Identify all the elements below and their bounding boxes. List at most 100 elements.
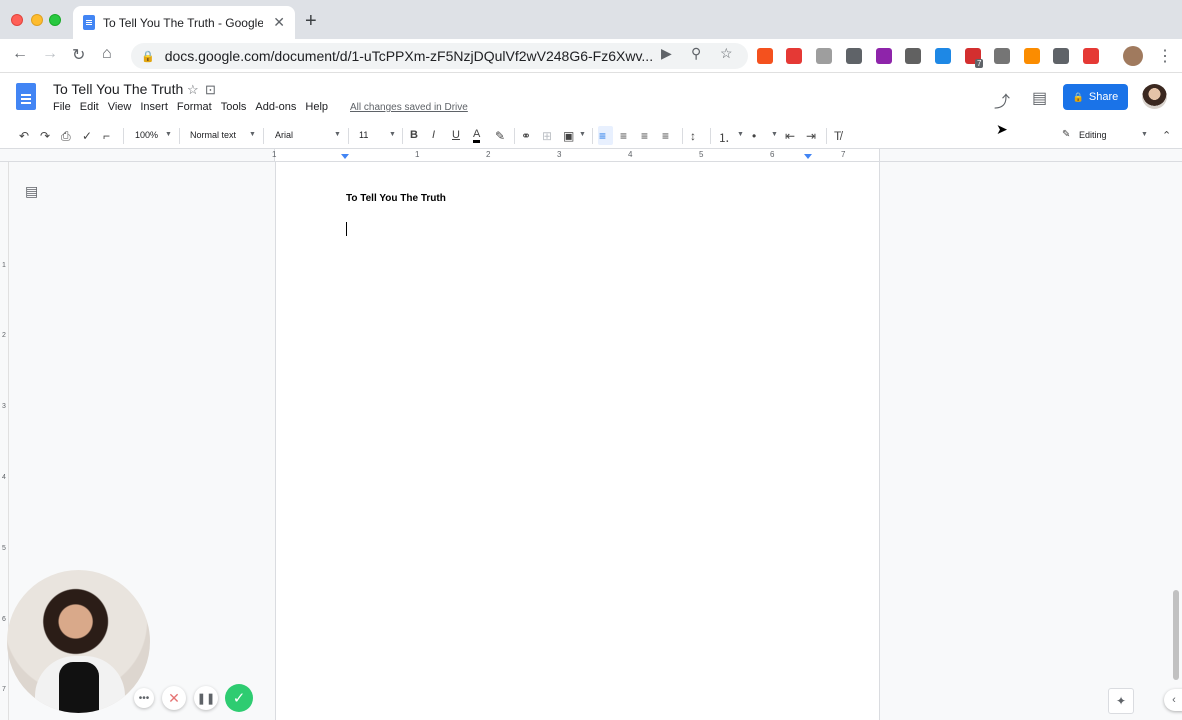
- star-icon[interactable]: ☆: [187, 82, 199, 98]
- zoom-select[interactable]: 100%: [135, 130, 158, 140]
- maximize-window-button[interactable]: [49, 14, 61, 26]
- share-label: Share: [1088, 91, 1119, 103]
- recorder-more-button[interactable]: •••: [134, 688, 154, 708]
- text-color-button[interactable]: A: [473, 129, 481, 143]
- minimize-window-button[interactable]: [31, 14, 43, 26]
- divider: [123, 128, 124, 144]
- ext-3-icon[interactable]: [816, 48, 832, 64]
- divider: [514, 128, 515, 144]
- move-folder-icon[interactable]: ⊡: [205, 82, 216, 98]
- increase-indent-icon[interactable]: ⇥: [806, 129, 816, 143]
- decrease-indent-icon[interactable]: ⇤: [785, 129, 795, 143]
- horizontal-ruler[interactable]: 1 1 2 3 4 5 6 7: [0, 149, 1182, 162]
- divider: [592, 128, 593, 144]
- collapse-menus-icon[interactable]: ⌃: [1162, 129, 1171, 142]
- activity-trend-icon[interactable]: ⤴: [994, 88, 1010, 112]
- menu-tools[interactable]: Tools: [221, 101, 247, 113]
- account-avatar[interactable]: [1142, 84, 1167, 109]
- comments-icon[interactable]: ▤: [1032, 88, 1047, 108]
- browser-tab[interactable]: To Tell You The Truth - Google Docs ✕: [73, 6, 295, 39]
- profile-avatar[interactable]: [1123, 46, 1143, 66]
- recorder-cancel-button[interactable]: ✕: [162, 686, 186, 710]
- justify-icon[interactable]: ≡: [662, 129, 669, 143]
- highlight-icon[interactable]: ✎: [495, 129, 505, 143]
- clear-formatting-icon[interactable]: T̸: [834, 129, 841, 143]
- chevron-down-icon: ▼: [737, 131, 744, 138]
- ruler-number: 1: [2, 262, 6, 269]
- print-icon[interactable]: ⎙: [61, 129, 71, 144]
- ext-6-icon[interactable]: [905, 48, 921, 64]
- close-tab-icon[interactable]: ✕: [273, 14, 285, 31]
- address-bar[interactable]: 🔒 docs.google.com/document/d/1-uTcPPXm-z…: [131, 43, 748, 69]
- home-icon[interactable]: ⌂: [102, 45, 112, 63]
- ext-10-icon[interactable]: [1024, 48, 1040, 64]
- recorder-finish-button[interactable]: ✓: [225, 684, 253, 712]
- menu-bar: File Edit View Insert Format Tools Add-o…: [53, 101, 337, 113]
- back-arrow-icon[interactable]: ←: [12, 45, 28, 63]
- editing-mode-select[interactable]: Editing: [1079, 130, 1107, 140]
- numbered-list-icon[interactable]: ⒈: [718, 129, 730, 146]
- ext-5-icon[interactable]: [876, 48, 892, 64]
- forward-arrow-icon[interactable]: →: [42, 45, 58, 63]
- document-outline-icon[interactable]: ▤: [25, 183, 38, 200]
- spellcheck-icon[interactable]: ✓: [82, 129, 92, 143]
- document-heading[interactable]: To Tell You The Truth: [346, 193, 446, 204]
- close-window-button[interactable]: [11, 14, 23, 26]
- bold-button[interactable]: B: [410, 129, 418, 141]
- left-indent-marker[interactable]: [341, 154, 349, 159]
- side-panel-toggle-icon[interactable]: ‹: [1164, 689, 1182, 711]
- italic-button[interactable]: I: [432, 129, 435, 141]
- docs-logo-icon[interactable]: [16, 83, 36, 110]
- menu-add-ons[interactable]: Add-ons: [255, 101, 296, 113]
- webcam-bubble[interactable]: [7, 570, 150, 713]
- ext-12-icon[interactable]: [1083, 48, 1099, 64]
- ext-2-icon[interactable]: [786, 48, 802, 64]
- chevron-down-icon: ▼: [334, 131, 341, 138]
- align-left-icon[interactable]: ≡: [599, 129, 606, 143]
- reload-icon[interactable]: ↻: [72, 45, 85, 65]
- explore-icon[interactable]: ✦: [1108, 688, 1134, 714]
- ext-4-icon[interactable]: [846, 48, 862, 64]
- link-icon[interactable]: ⚭: [521, 129, 531, 143]
- document-title[interactable]: To Tell You The Truth: [53, 81, 183, 97]
- paint-format-icon[interactable]: ⌐: [103, 129, 110, 143]
- add-comment-icon[interactable]: ⊞: [542, 129, 552, 143]
- share-button[interactable]: 🔒 Share: [1063, 84, 1128, 110]
- menu-insert[interactable]: Insert: [140, 101, 168, 113]
- menu-help[interactable]: Help: [305, 101, 328, 113]
- extension-badge: 7: [975, 59, 984, 68]
- insert-image-icon[interactable]: ▣: [563, 129, 574, 143]
- scrollbar[interactable]: [1173, 590, 1179, 680]
- font-select[interactable]: Arial: [275, 130, 293, 140]
- ruler-number: 7: [841, 150, 846, 159]
- menu-view[interactable]: View: [108, 101, 132, 113]
- bulleted-list-icon[interactable]: •: [752, 129, 756, 143]
- ext-9-icon[interactable]: [994, 48, 1010, 64]
- divider: [710, 128, 711, 144]
- paragraph-style-select[interactable]: Normal text: [190, 130, 236, 140]
- menu-edit[interactable]: Edit: [80, 101, 99, 113]
- undo-icon[interactable]: ↶: [19, 129, 29, 143]
- redo-icon[interactable]: ↷: [40, 129, 50, 143]
- save-status[interactable]: All changes saved in Drive: [350, 102, 468, 113]
- document-page[interactable]: To Tell You The Truth: [275, 162, 880, 720]
- ext-7-icon[interactable]: [935, 48, 951, 64]
- browser-menu-icon[interactable]: ⋮: [1157, 46, 1173, 66]
- ext-1-icon[interactable]: [757, 48, 773, 64]
- bookmark-star-icon[interactable]: ☆: [720, 45, 733, 62]
- menu-format[interactable]: Format: [177, 101, 212, 113]
- menu-file[interactable]: File: [53, 101, 71, 113]
- recorder-pause-button[interactable]: ❚❚: [194, 686, 218, 710]
- right-indent-marker[interactable]: [804, 154, 812, 159]
- line-spacing-icon[interactable]: ↕: [690, 129, 696, 143]
- divider: [263, 128, 264, 144]
- font-size-select[interactable]: 11: [359, 130, 368, 140]
- align-right-icon[interactable]: ≡: [641, 129, 648, 143]
- ext-11-icon[interactable]: [1053, 48, 1069, 64]
- new-tab-button[interactable]: +: [305, 10, 317, 33]
- camera-icon[interactable]: ▶: [661, 45, 672, 62]
- align-center-icon[interactable]: ≡: [620, 129, 627, 143]
- underline-button[interactable]: U: [452, 129, 460, 141]
- zoom-icon[interactable]: ⚲: [691, 45, 701, 62]
- chevron-down-icon: ▼: [771, 131, 778, 138]
